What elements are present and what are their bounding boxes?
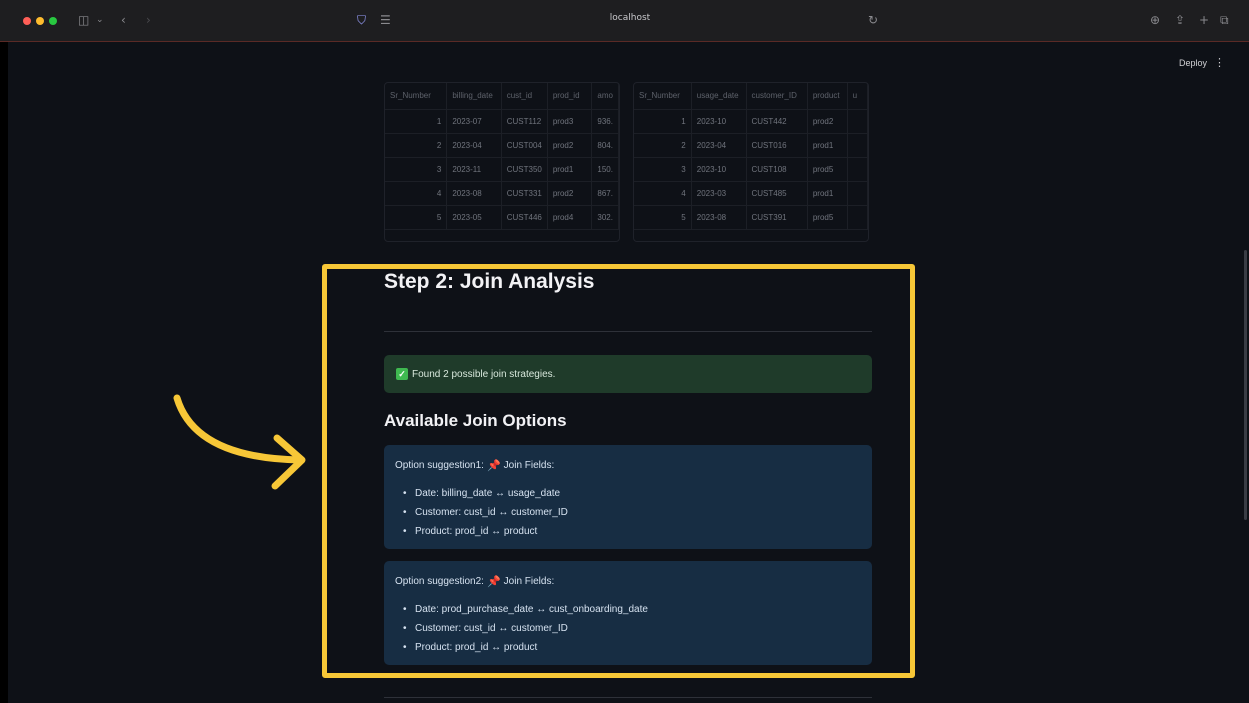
tab-overview-icon[interactable]: ⧉ xyxy=(1220,12,1229,28)
column-header[interactable]: usage_date xyxy=(691,83,747,110)
usage-table: Sr_Number usage_date customer_ID product u 1… xyxy=(634,83,868,230)
table-cell[interactable] xyxy=(847,181,868,206)
annotation-arrow-icon xyxy=(173,394,306,490)
shield-icon[interactable]: ⛉ xyxy=(357,12,366,28)
table-cell[interactable]: 2023-05 xyxy=(446,205,502,230)
table-cell[interactable]: CUST391 xyxy=(746,205,808,230)
minimize-window-button[interactable] xyxy=(36,17,44,25)
table-cell[interactable]: 804. xyxy=(591,133,619,158)
column-header[interactable]: Sr_Number xyxy=(385,83,448,110)
table-cell[interactable]: 3 xyxy=(634,157,692,182)
table-cell[interactable]: 2023-04 xyxy=(691,133,747,158)
deploy-button[interactable]: Deploy xyxy=(1179,58,1207,68)
forward-icon[interactable]: › xyxy=(146,12,151,28)
divider xyxy=(384,697,872,698)
table-cell[interactable]: 2023-03 xyxy=(691,181,747,206)
table-cell[interactable]: prod1 xyxy=(807,133,848,158)
column-header[interactable]: u xyxy=(847,83,868,110)
browser-toolbar: ◫ ⌄ ‹ › ⛉ ☰ localhost ↻ ⊕ ⇪ + ⧉ xyxy=(0,0,1249,42)
table-cell[interactable]: 1 xyxy=(634,109,692,134)
billing-table: Sr_Number billing_date cust_id prod_id amo 1… xyxy=(385,83,619,230)
table-cell[interactable]: CUST016 xyxy=(746,133,808,158)
table-cell[interactable]: prod2 xyxy=(807,109,848,134)
zoom-window-button[interactable] xyxy=(49,17,57,25)
table-cell[interactable]: CUST004 xyxy=(501,133,548,158)
table-cell[interactable]: prod2 xyxy=(547,181,593,206)
table-cell[interactable]: CUST442 xyxy=(746,109,808,134)
download-icon[interactable]: ⊕ xyxy=(1150,12,1160,28)
table-cell[interactable]: prod1 xyxy=(547,157,593,182)
new-tab-icon[interactable]: + xyxy=(1199,12,1209,28)
table-cell[interactable]: CUST112 xyxy=(501,109,548,134)
table-row[interactable]: 4 2023-08 CUST331 prod2 867. xyxy=(385,181,619,206)
highlight-box xyxy=(322,264,915,678)
table-cell[interactable]: CUST446 xyxy=(501,205,548,230)
reload-icon[interactable]: ↻ xyxy=(868,12,878,28)
table-cell[interactable]: 936. xyxy=(591,109,619,134)
table-cell[interactable]: prod3 xyxy=(547,109,593,134)
table-row[interactable]: 3 2023-10 CUST108 prod5 xyxy=(634,157,868,182)
table-cell[interactable]: 2023-08 xyxy=(691,205,747,230)
reader-icon[interactable]: ☰ xyxy=(380,12,391,28)
column-header[interactable]: Sr_Number xyxy=(634,83,692,110)
table-cell[interactable]: 867. xyxy=(591,181,619,206)
table-row[interactable]: 5 2023-05 CUST446 prod4 302. xyxy=(385,205,619,230)
table-cell[interactable]: 2 xyxy=(385,133,448,158)
table-cell[interactable]: prod1 xyxy=(807,181,848,206)
table-cell[interactable]: prod4 xyxy=(547,205,593,230)
table-cell[interactable] xyxy=(847,157,868,182)
table-cell[interactable] xyxy=(847,109,868,134)
table-cell[interactable]: 1 xyxy=(385,109,448,134)
table-cell[interactable]: 5 xyxy=(634,205,692,230)
table-cell[interactable]: 150. xyxy=(591,157,619,182)
chevron-down-icon[interactable]: ⌄ xyxy=(96,12,104,28)
table-row[interactable]: 1 2023-07 CUST112 prod3 936. xyxy=(385,109,619,134)
share-icon[interactable]: ⇪ xyxy=(1175,12,1185,28)
table-cell[interactable]: 2023-10 xyxy=(691,109,747,134)
table-cell[interactable]: 4 xyxy=(385,181,448,206)
usage-dataframe[interactable]: Sr_Number usage_date customer_ID product u 1… xyxy=(633,82,869,242)
table-row[interactable]: 5 2023-08 CUST391 prod5 xyxy=(634,205,868,230)
table-row[interactable]: 4 2023-03 CUST485 prod1 xyxy=(634,181,868,206)
table-cell[interactable]: CUST108 xyxy=(746,157,808,182)
column-header[interactable]: product xyxy=(807,83,848,110)
sidebar-toggle-icon[interactable]: ◫ xyxy=(78,12,89,28)
table-cell[interactable]: 4 xyxy=(634,181,692,206)
table-cell[interactable]: 2023-04 xyxy=(446,133,502,158)
table-cell[interactable] xyxy=(847,205,868,230)
table-cell[interactable]: prod5 xyxy=(807,205,848,230)
table-cell[interactable]: 3 xyxy=(385,157,448,182)
table-cell[interactable]: CUST350 xyxy=(501,157,548,182)
table-row[interactable]: 2 2023-04 CUST016 prod1 xyxy=(634,133,868,158)
column-header[interactable]: amo xyxy=(591,83,619,110)
back-icon[interactable]: ‹ xyxy=(121,12,126,28)
table-cell[interactable]: prod2 xyxy=(547,133,593,158)
billing-dataframe[interactable]: Sr_Number billing_date cust_id prod_id amo 1… xyxy=(384,82,620,242)
column-header[interactable]: billing_date xyxy=(446,83,502,110)
table-row[interactable]: 1 2023-10 CUST442 prod2 xyxy=(634,109,868,134)
close-window-button[interactable] xyxy=(23,17,31,25)
column-header[interactable]: prod_id xyxy=(547,83,593,110)
table-cell[interactable]: 2023-07 xyxy=(446,109,502,134)
table-cell[interactable]: 302. xyxy=(591,205,619,230)
table-row[interactable]: 2 2023-04 CUST004 prod2 804. xyxy=(385,133,619,158)
table-cell[interactable]: 2 xyxy=(634,133,692,158)
table-cell[interactable]: 2023-08 xyxy=(446,181,502,206)
table-cell[interactable]: prod5 xyxy=(807,157,848,182)
table-cell[interactable] xyxy=(847,133,868,158)
table-cell[interactable]: CUST485 xyxy=(746,181,808,206)
table-cell[interactable]: 2023-10 xyxy=(691,157,747,182)
kebab-menu-icon[interactable]: ⋮ xyxy=(1214,56,1225,69)
column-header[interactable]: customer_ID xyxy=(746,83,808,110)
table-row[interactable]: 3 2023-11 CUST350 prod1 150. xyxy=(385,157,619,182)
table-cell[interactable]: 2023-11 xyxy=(446,157,502,182)
table-cell[interactable]: CUST331 xyxy=(501,181,548,206)
scrollbar[interactable] xyxy=(1244,250,1247,520)
address-bar[interactable]: localhost xyxy=(580,13,680,23)
table-cell[interactable]: 5 xyxy=(385,205,448,230)
column-header[interactable]: cust_id xyxy=(501,83,548,110)
